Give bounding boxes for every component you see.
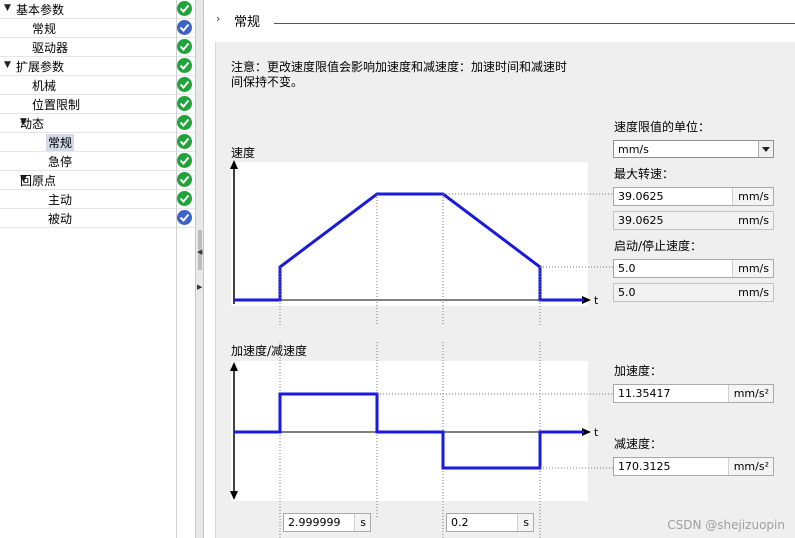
tree-item[interactable]: ▼ 回原点 [0, 171, 195, 190]
tree-item-label[interactable]: 基本参数 [16, 1, 64, 18]
velocity-plot-area [231, 162, 588, 306]
accel-t-label: t [594, 426, 599, 439]
chevron-right-icon[interactable]: › [216, 12, 220, 25]
dynamics-general-panel: 注意：更改速度限值会影响加速度和减速度：加速时间和减速时 间保持不变。 速度 t [215, 42, 795, 538]
status-ok-icon [177, 191, 192, 206]
status-info-icon [177, 20, 192, 35]
settings-pane: › 常规 注意：更改速度限值会影响加速度和减速度：加速时间和减速时 间保持不变。… [204, 0, 795, 538]
status-ok-icon [177, 1, 192, 16]
max-speed-value[interactable]: 39.0625 [618, 190, 664, 203]
accel-time-field[interactable]: 2.999999 s [283, 513, 371, 532]
tree-item[interactable]: 位置限制 [0, 95, 195, 114]
accel-time-unit: s [354, 514, 370, 531]
tree-item-label[interactable]: 位置限制 [32, 96, 80, 113]
unit-setting-label: 速度限值的单位： [614, 120, 711, 134]
expand-right-icon[interactable]: ▶ [197, 283, 202, 291]
status-ok-icon [177, 153, 192, 168]
tree-status-divider [176, 0, 177, 538]
tree-item-label[interactable]: 常规 [32, 20, 56, 37]
tree-item[interactable]: ▼ 基本参数 [0, 0, 195, 19]
tree-item[interactable]: 急停 [0, 152, 195, 171]
status-ok-icon [177, 39, 192, 54]
tree-item[interactable]: 驱动器 [0, 38, 195, 57]
max-speed-label: 最大转速： [614, 167, 675, 181]
decel-time-unit: s [517, 514, 533, 531]
velocity-t-label: t [594, 294, 599, 307]
acceleration-unit: mm/s² [727, 385, 773, 402]
section-header[interactable]: › 常规 [204, 0, 795, 40]
start-stop-speed-readonly-field: 5.0 mm/s [613, 283, 774, 302]
velocity-unit-select[interactable]: mm/s [613, 140, 774, 158]
expand-arrow-icon[interactable]: ▼ [4, 60, 11, 70]
tree-item-label[interactable]: 常规 [46, 134, 75, 151]
accel-time-value[interactable]: 2.999999 [288, 516, 341, 529]
tree-item[interactable]: ▼ 动态 [0, 114, 195, 133]
max-speed-readonly-unit: mm/s [738, 214, 769, 227]
start-stop-speed-field[interactable]: 5.0 mm/s [613, 259, 774, 278]
max-speed-field[interactable]: 39.0625 mm/s [613, 187, 774, 206]
tree-item[interactable]: 常规 [0, 19, 195, 38]
tree-item[interactable]: 被动 [0, 209, 195, 228]
status-ok-icon [177, 58, 192, 73]
start-stop-speed-readonly-value: 5.0 [618, 286, 636, 299]
decel-time-value[interactable]: 0.2 [451, 516, 469, 529]
deceleration-value[interactable]: 170.3125 [618, 460, 671, 473]
max-speed-readonly-value: 39.0625 [618, 214, 664, 227]
tree-item-label[interactable]: 被动 [48, 210, 72, 227]
deceleration-unit: mm/s² [727, 458, 773, 475]
start-stop-speed-label: 启动/停止速度： [614, 239, 703, 253]
section-rule [274, 23, 795, 24]
status-ok-icon [177, 172, 192, 187]
tree-item-label[interactable]: 驱动器 [32, 39, 68, 56]
decel-time-field[interactable]: 0.2 s [446, 513, 534, 532]
tree-item[interactable]: 常规 [0, 133, 195, 152]
acceleration-profile-chart: t [230, 342, 614, 538]
start-stop-speed-readonly-unit: mm/s [738, 286, 769, 299]
max-speed-unit: mm/s [732, 188, 773, 205]
start-stop-speed-value[interactable]: 5.0 [618, 262, 636, 275]
pane-splitter[interactable]: ◀ ▶ [195, 0, 204, 538]
status-ok-icon [177, 96, 192, 111]
tree-item[interactable]: 主动 [0, 190, 195, 209]
tree-item-label[interactable]: 主动 [48, 191, 72, 208]
chevron-down-icon[interactable] [758, 141, 773, 157]
navigation-tree: ▼ 基本参数 常规 驱动器 ▼ 扩展参数 机械 位置限制 ▼ 动态 常规 急停 ▼ 回原点 主动 被动 [0, 0, 195, 538]
tree-item-label[interactable]: 扩展参数 [16, 58, 64, 75]
tree-item-label[interactable]: 动态 [20, 115, 44, 132]
acceleration-label: 加速度： [614, 364, 663, 378]
tree-item-label[interactable]: 回原点 [20, 172, 56, 189]
watermark: CSDN @shejizuopin [667, 518, 785, 532]
deceleration-label: 减速度： [614, 437, 663, 451]
deceleration-field[interactable]: 170.3125 mm/s² [613, 457, 774, 476]
status-ok-icon [177, 77, 192, 92]
max-speed-readonly-field: 39.0625 mm/s [613, 211, 774, 230]
acceleration-field[interactable]: 11.35417 mm/s² [613, 384, 774, 403]
velocity-unit-value[interactable]: mm/s [618, 143, 649, 156]
acceleration-value[interactable]: 11.35417 [618, 387, 671, 400]
tree-item-label[interactable]: 机械 [32, 77, 56, 94]
section-title: 常规 [234, 15, 261, 30]
tree-item[interactable]: ▼ 扩展参数 [0, 57, 195, 76]
collapse-left-icon[interactable]: ◀ [197, 248, 202, 256]
tree-item-label[interactable]: 急停 [48, 153, 72, 170]
expand-arrow-icon[interactable]: ▼ [4, 3, 11, 13]
start-stop-speed-unit: mm/s [732, 260, 773, 277]
tree-item[interactable]: 机械 [0, 76, 195, 95]
status-ok-icon [177, 115, 192, 130]
status-info-icon [177, 210, 192, 225]
status-ok-icon [177, 134, 192, 149]
